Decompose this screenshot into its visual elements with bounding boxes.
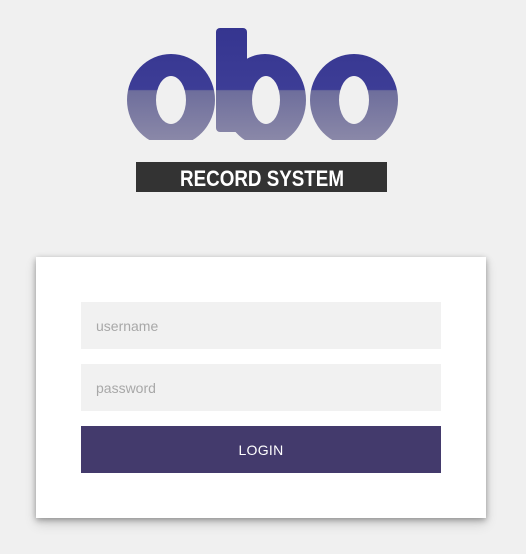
password-input[interactable] [81,364,441,411]
username-input[interactable] [81,302,441,349]
login-button[interactable]: LOGIN [81,426,441,473]
obo-logo: RECORD SYSTEM [126,28,400,194]
login-card: LOGIN [36,257,486,518]
logo-tagline: RECORD SYSTEM [180,166,344,191]
